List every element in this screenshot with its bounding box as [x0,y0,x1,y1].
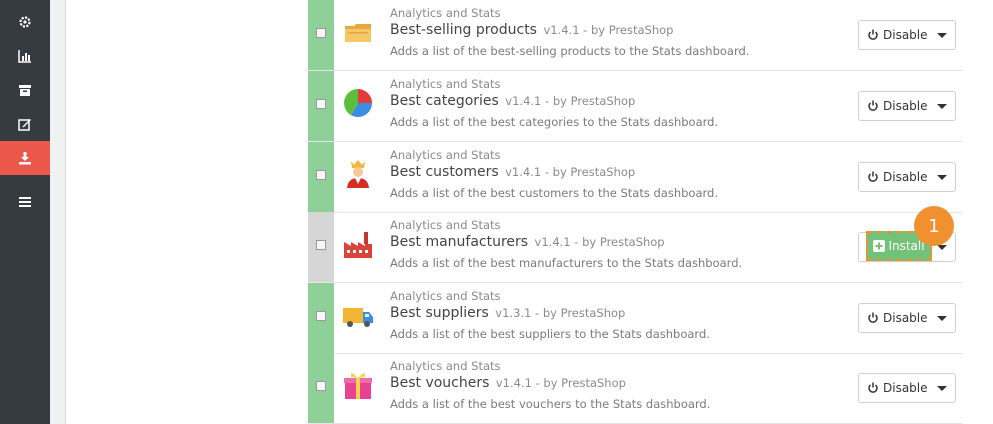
dropdown-caret-icon[interactable] [937,316,947,321]
folder-icon [342,16,374,48]
module-version: v1.4.1 - by PrestaShop [505,165,636,179]
module-version: v1.4.1 - by PrestaShop [543,23,674,37]
action-button-group: Disable [858,303,956,333]
module-checkbox[interactable] [316,240,326,250]
module-name: Best customers v1.4.1 - by PrestaShop [390,164,635,180]
list-icon [19,197,31,207]
status-indicator [308,212,334,282]
disable-label: Disable [883,381,928,395]
module-checkbox[interactable] [316,170,326,180]
module-name-text: Best suppliers [390,305,489,321]
plus-square-icon [873,240,886,252]
disable-button[interactable]: Disable [859,304,931,332]
status-indicator [308,353,334,423]
module-name-text: Best-selling products [390,22,537,38]
module-description: Adds a list of the best categories to th… [390,115,719,129]
status-indicator [308,71,334,141]
nav-more[interactable] [0,185,50,219]
disable-label: Disable [883,28,928,42]
filter-column [66,0,309,424]
dropdown-caret-icon[interactable] [937,245,947,250]
module-description: Adds a list of the best customers to the… [390,186,718,200]
archive-icon [19,85,31,96]
module-version: v1.4.1 - by PrestaShop [534,235,665,249]
dropdown-caret-icon[interactable] [937,104,947,109]
install-label: Install [888,239,925,253]
action-button-group: Disable [858,91,956,121]
module-checkbox[interactable] [316,28,326,38]
module-row: Analytics and Stats Best customers v1.4.… [308,142,963,213]
status-indicator [308,0,334,70]
status-indicator [308,142,334,212]
module-row: Analytics and Stats Best-selling product… [308,0,963,71]
module-category: Analytics and Stats [390,289,501,303]
module-checkbox[interactable] [316,311,326,321]
module-description: Adds a list of the best vouchers to the … [390,397,711,411]
nav-edit[interactable] [0,107,50,141]
power-icon [868,312,878,323]
module-name-text: Best manufacturers [390,234,529,250]
action-button-group: Disable [858,373,956,403]
module-category: Analytics and Stats [390,359,501,373]
sidebar [0,0,50,424]
action-button-group: Disable [858,162,956,192]
module-category: Analytics and Stats [390,148,501,162]
module-version: v1.4.1 - by PrestaShop [505,94,636,108]
module-name: Best-selling products v1.4.1 - by Presta… [390,22,673,38]
module-name: Best categories v1.4.1 - by PrestaShop [390,93,635,109]
gift-icon [342,369,374,401]
module-category: Analytics and Stats [390,218,501,232]
truck-icon [342,299,374,331]
module-category: Analytics and Stats [390,6,501,20]
dropdown-caret-icon[interactable] [937,33,947,38]
bar-chart-icon [18,50,31,63]
module-category: Analytics and Stats [390,77,501,91]
status-indicator [308,283,334,353]
gear-icon [19,16,31,28]
module-row: Analytics and Stats Best suppliers v1.3.… [308,283,963,354]
dropdown-caret-icon[interactable] [937,386,947,391]
nav-modules[interactable] [0,141,50,175]
module-version: v1.3.1 - by PrestaShop [495,306,626,320]
power-icon [868,171,878,182]
action-button-group: Disable [858,20,956,50]
module-version: v1.4.1 - by PrestaShop [495,376,626,390]
edit-icon [18,119,31,131]
module-checkbox[interactable] [316,381,326,391]
disable-button[interactable]: Disable [859,163,931,191]
dropdown-caret-icon[interactable] [937,175,947,180]
power-icon [868,382,878,393]
disable-button[interactable]: Disable [859,374,931,402]
module-name-text: Best vouchers [390,375,490,391]
nav-settings[interactable] [0,5,50,39]
nav-stats[interactable] [0,39,50,73]
disable-button[interactable]: Disable [859,92,931,120]
module-name: Best manufacturers v1.4.1 - by PrestaSho… [390,234,665,250]
disable-label: Disable [883,311,928,325]
disable-label: Disable [883,170,928,184]
module-row: Analytics and Stats Best manufacturers v… [308,206,963,283]
disable-label: Disable [883,99,928,113]
disable-button[interactable]: Disable [859,21,931,49]
module-name: Best vouchers v1.4.1 - by PrestaShop [390,375,626,391]
pie-chart-icon [342,87,374,119]
nav-catalog[interactable] [0,73,50,107]
module-description: Adds a list of the best manufacturers to… [390,256,743,270]
module-row: Analytics and Stats Best categories v1.4… [308,71,963,142]
module-name-text: Best categories [390,93,499,109]
module-description: Adds a list of the best suppliers to the… [390,327,710,341]
module-row: Analytics and Stats Best vouchers v1.4.1… [308,353,963,424]
module-description: Adds a list of the best-selling products… [390,44,750,58]
power-icon [868,100,878,111]
module-name-text: Best customers [390,164,499,180]
module-name: Best suppliers v1.3.1 - by PrestaShop [390,305,625,321]
download-icon [19,152,31,165]
module-checkbox[interactable] [316,99,326,109]
step-badge: 1 [914,206,954,246]
power-icon [868,29,878,40]
king-icon [342,158,374,190]
factory-icon [342,228,374,260]
